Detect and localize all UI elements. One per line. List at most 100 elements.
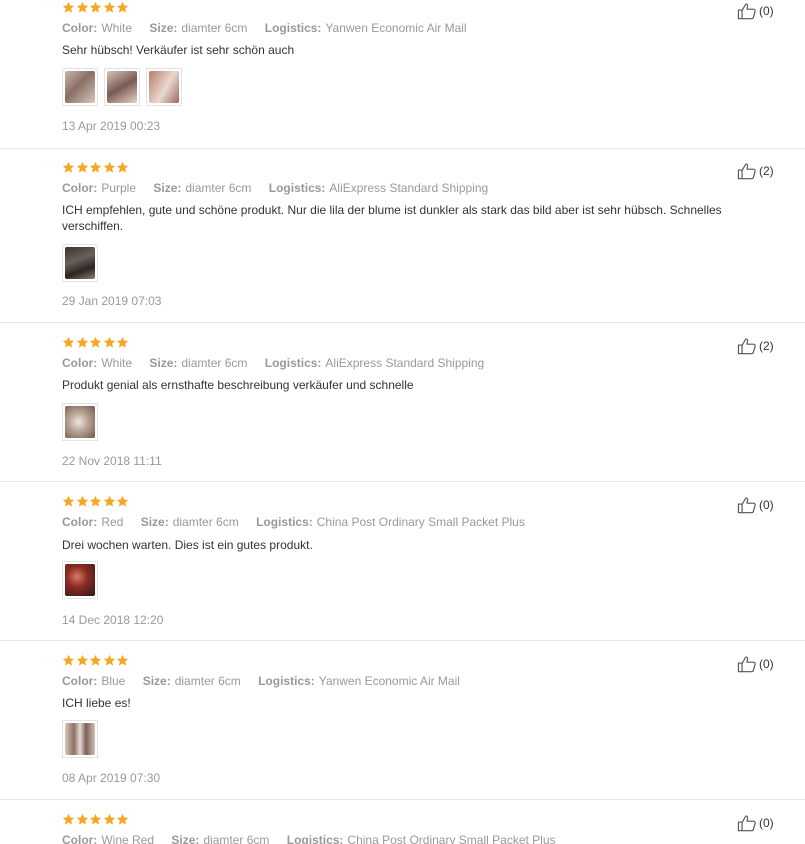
review-photo[interactable] xyxy=(62,561,98,599)
logistics-label: Logistics: xyxy=(258,674,315,688)
star-rating xyxy=(62,495,130,509)
star-rating xyxy=(62,813,130,827)
review-photo[interactable] xyxy=(104,68,140,106)
star-rating xyxy=(62,161,130,175)
review-item: Color: Blue Size: diamter 6cm Logistics: Ya… xyxy=(0,640,805,800)
color-value: Purple xyxy=(101,181,137,195)
thumbs-up-icon xyxy=(737,338,756,355)
star-icon xyxy=(103,161,117,174)
thumbs-up-icon xyxy=(737,163,756,180)
review-meta: Color: White Size: diamter 6cm Logistics: Y… xyxy=(62,20,481,36)
star-icon xyxy=(76,1,90,14)
review-item: Color: White Size: diamter 6cm Logistics: A… xyxy=(0,322,805,482)
star-icon xyxy=(76,161,90,174)
size-label: Size: xyxy=(171,833,200,844)
star-icon xyxy=(89,1,103,14)
review-meta: Color: Blue Size: diamter 6cm Logistics: Ya… xyxy=(62,673,474,689)
star-icon xyxy=(62,1,76,14)
size-label: Size: xyxy=(149,356,178,370)
star-icon xyxy=(62,495,76,508)
color-value: Wine Red xyxy=(101,833,155,844)
review-photo[interactable] xyxy=(62,403,98,441)
star-icon xyxy=(62,813,76,826)
color-value: Red xyxy=(101,515,124,529)
review-item: Color: Purple Size: diamter 6cm Logistics:… xyxy=(0,148,805,323)
helpful-count: (0) xyxy=(759,816,774,830)
helpful-button[interactable]: (0) xyxy=(737,496,774,514)
size-value: diamter 6cm xyxy=(174,674,241,688)
review-photo[interactable] xyxy=(62,244,98,282)
color-label: Color: xyxy=(62,833,98,844)
size-label: Size: xyxy=(149,21,178,35)
review-photos xyxy=(62,403,98,441)
thumbs-up-icon xyxy=(737,815,756,832)
review-photo[interactable] xyxy=(62,720,98,758)
review-item: Color: Red Size: diamter 6cm Logistics: Chi… xyxy=(0,481,805,641)
size-value: diamter 6cm xyxy=(181,356,248,370)
helpful-count: (0) xyxy=(759,657,774,671)
star-icon xyxy=(116,495,130,508)
logistics-value: China Post Ordinary Small Packet Plus xyxy=(347,833,556,844)
star-icon xyxy=(103,1,117,14)
star-icon xyxy=(116,1,130,14)
helpful-count: (2) xyxy=(759,164,774,178)
color-label: Color: xyxy=(62,515,98,529)
review-date: 08 Apr 2019 07:30 xyxy=(62,771,161,785)
star-icon xyxy=(89,813,103,826)
review-meta: Color: Red Size: diamter 6cm Logistics: Chi… xyxy=(62,514,539,530)
logistics-value: AliExpress Standard Shipping xyxy=(325,356,485,370)
star-icon xyxy=(116,654,130,667)
size-value: diamter 6cm xyxy=(203,833,270,844)
helpful-button[interactable]: (0) xyxy=(737,655,774,673)
helpful-button[interactable]: (2) xyxy=(737,162,774,180)
star-icon xyxy=(103,813,117,826)
color-value: White xyxy=(101,21,133,35)
review-text: ICH liebe es! xyxy=(62,696,131,710)
star-icon xyxy=(76,495,90,508)
helpful-button[interactable]: (0) xyxy=(737,814,774,832)
review-text: Produkt genial als ernsthafte beschreibu… xyxy=(62,378,414,392)
logistics-value: Yanwen Economic Air Mail xyxy=(318,674,460,688)
star-icon xyxy=(103,495,117,508)
review-photo[interactable] xyxy=(146,68,182,106)
logistics-label: Logistics: xyxy=(268,181,326,195)
review-meta: Color: Purple Size: diamter 6cm Logistics:… xyxy=(62,180,502,196)
review-photos xyxy=(62,68,182,106)
thumbs-up-icon xyxy=(737,656,756,673)
helpful-count: (0) xyxy=(759,498,774,512)
star-icon xyxy=(103,654,117,667)
size-label: Size: xyxy=(142,674,171,688)
logistics-value: AliExpress Standard Shipping xyxy=(329,181,489,195)
helpful-button[interactable]: (0) xyxy=(737,2,774,20)
color-label: Color: xyxy=(62,21,98,35)
logistics-label: Logistics: xyxy=(264,356,322,370)
review-date: 22 Nov 2018 11:11 xyxy=(62,454,162,468)
star-rating xyxy=(62,654,130,668)
feedback-list: Color: White Size: diamter 6cm Logistics: Y… xyxy=(0,0,805,844)
helpful-count: (2) xyxy=(759,339,774,353)
star-icon xyxy=(89,161,103,174)
color-label: Color: xyxy=(62,674,98,688)
size-value: diamter 6cm xyxy=(181,21,248,35)
logistics-value: Yanwen Economic Air Mail xyxy=(325,21,467,35)
size-value: diamter 6cm xyxy=(185,181,252,195)
star-icon xyxy=(62,161,76,174)
review-photos xyxy=(62,720,98,758)
review-photos xyxy=(62,244,98,282)
star-rating xyxy=(62,1,130,15)
star-icon xyxy=(116,813,130,826)
review-date: 14 Dec 2018 12:20 xyxy=(62,613,164,627)
star-icon xyxy=(76,654,90,667)
helpful-button[interactable]: (2) xyxy=(737,337,774,355)
size-label: Size: xyxy=(153,181,182,195)
size-label: Size: xyxy=(140,515,169,529)
review-date: 29 Jan 2019 07:03 xyxy=(62,294,162,308)
star-icon xyxy=(103,336,117,349)
star-icon xyxy=(76,813,90,826)
logistics-label: Logistics: xyxy=(264,21,322,35)
review-item: Color: White Size: diamter 6cm Logistics: Y… xyxy=(0,0,805,148)
color-value: White xyxy=(101,356,133,370)
review-item: Color: Wine Red Size: diamter 6cm Logistic… xyxy=(0,799,805,844)
review-photo[interactable] xyxy=(62,68,98,106)
logistics-value: China Post Ordinary Small Packet Plus xyxy=(316,515,525,529)
